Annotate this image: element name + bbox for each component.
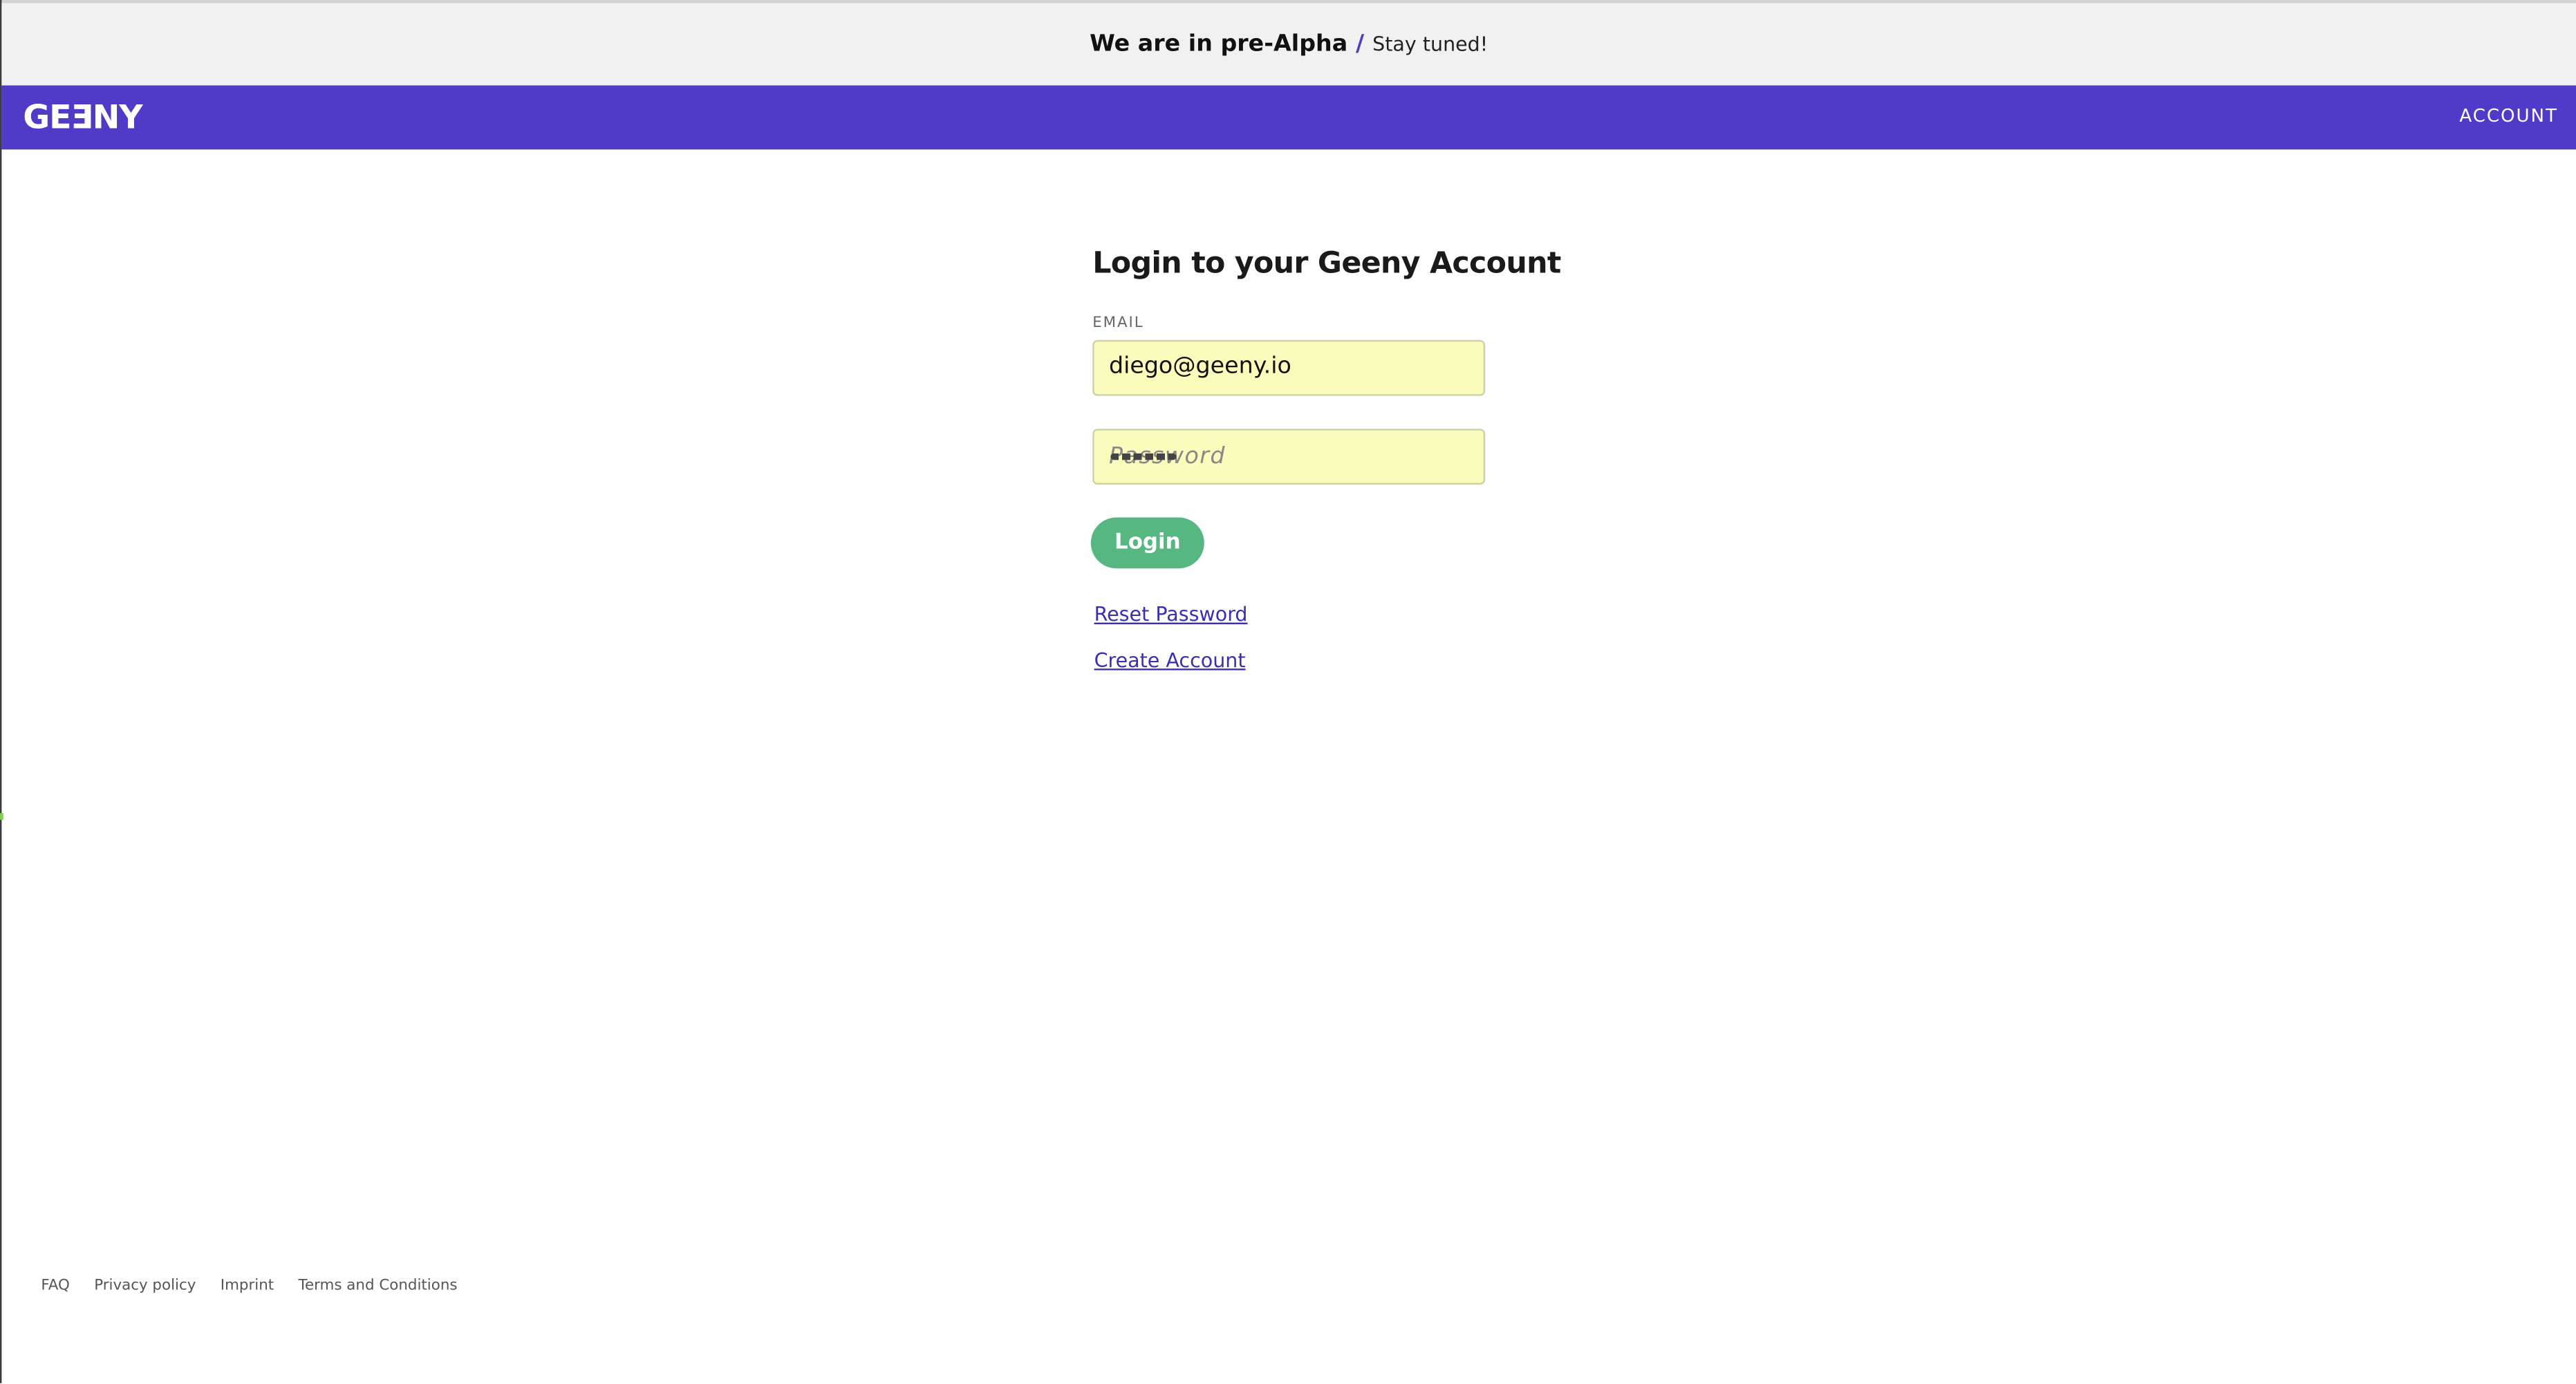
footer-link-terms[interactable]: Terms and Conditions [299,1278,458,1295]
email-value: diego@geeny.io [1108,353,1291,380]
footer-link-faq[interactable]: FAQ [41,1278,69,1295]
create-account-link[interactable]: Create Account [1094,649,1246,672]
footer-link-privacy-policy[interactable]: Privacy policy [94,1278,196,1295]
email-field[interactable]: diego@geeny.io [1092,339,1486,396]
geeny-logo[interactable]: GEƎNY [23,100,142,133]
top-navbar: GEƎNY ACCOUNT [1,85,2576,150]
banner-subtext: Stay tuned! [1372,32,1488,56]
account-nav-link[interactable]: ACCOUNT [2459,105,2557,128]
password-field[interactable]: Password [1092,429,1486,485]
left-border [0,0,2,1383]
reset-password-link[interactable]: Reset Password [1094,603,1248,626]
banner-headline: We are in pre-Alpha [1090,31,1348,58]
login-title: Login to your Geeny Account [1092,246,1561,281]
footer: FAQ Privacy policy Imprint Terms and Con… [41,1278,477,1295]
banner-separator: / [1356,31,1365,58]
page: We are in pre-Alpha / Stay tuned! GEƎNY … [0,0,2576,1383]
password-autofill-dots [1110,453,1177,460]
edge-marker [0,813,3,820]
login-button[interactable]: Login [1090,517,1204,569]
pre-alpha-banner: We are in pre-Alpha / Stay tuned! [1,3,2576,86]
email-label: EMAIL [1092,315,1144,333]
footer-link-imprint[interactable]: Imprint [221,1278,274,1295]
